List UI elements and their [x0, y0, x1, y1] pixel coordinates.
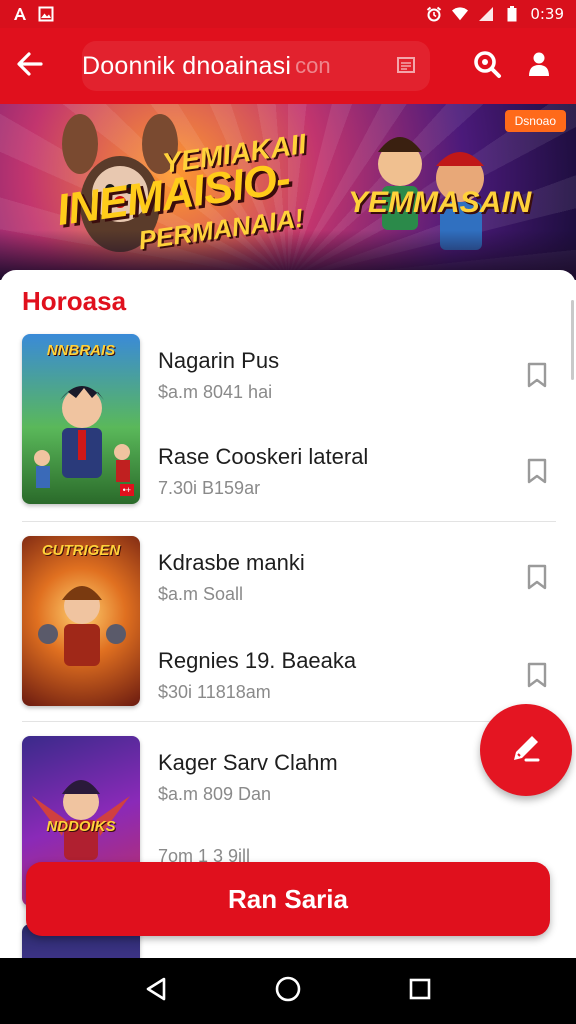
font-icon [12, 6, 28, 22]
wifi-icon [452, 6, 469, 22]
game-cover[interactable]: NNBRAIS •+ [22, 334, 140, 504]
promo-banner[interactable]: Dsnoao YEMIAKAII INEMAISIO- PERMANAIA! Y… [0, 104, 576, 280]
back-arrow-icon [17, 51, 43, 81]
scrollbar[interactable] [571, 300, 574, 380]
list-item[interactable]: Regnies 19. Baeaka $30i 11818am [158, 648, 556, 718]
cover-character [38, 586, 126, 666]
cover-title: NNBRAIS [46, 342, 116, 359]
primary-cta-button[interactable]: Ran Saria [26, 862, 550, 936]
bookmark-icon[interactable] [526, 662, 548, 688]
section-title: Horoasa [22, 286, 127, 316]
nav-back-button[interactable] [136, 971, 176, 1011]
image-icon [38, 6, 54, 22]
banner-tag: Dsnoao [504, 110, 566, 132]
document-icon[interactable] [396, 55, 416, 75]
search-input-value[interactable]: Doonnik dnoainasi [82, 52, 291, 81]
edit-icon [508, 730, 544, 771]
home-circle-icon [274, 975, 302, 1008]
item-subtitle: 7.30i B159ar [158, 478, 261, 498]
cover-badge: •+ [119, 484, 134, 496]
item-title: Rase Cooskeri lateral [158, 444, 369, 469]
search-field[interactable]: Doonnik dnoainasi con [82, 41, 430, 91]
list-item[interactable]: Nagarin Pus $a.m 8041 hai [158, 348, 556, 418]
item-subtitle: $30i 11818am [158, 682, 271, 702]
battery-icon [504, 6, 520, 22]
compose-fab[interactable] [480, 704, 572, 796]
divider [22, 521, 556, 522]
search-icon[interactable] [472, 49, 502, 84]
cover-title: CUTRIGEN [41, 542, 121, 559]
content-sheet: Horoasa NNBRAIS •+ Nagarin Pus $a.m 8041… [0, 270, 576, 958]
signal-icon [478, 6, 494, 22]
list-item[interactable]: Kdrasbe manki $a.m Soall [158, 550, 556, 620]
item-title: Nagarin Pus [158, 348, 280, 373]
item-title: Kager Sarv Clahm [158, 750, 338, 775]
alarm-icon [426, 6, 442, 22]
banner-headline-4: YEMMASAIN [348, 186, 532, 219]
search-placeholder: con [295, 53, 331, 78]
item-title: Regnies 19. Baeaka [158, 648, 357, 673]
back-triangle-icon [144, 976, 168, 1007]
divider [22, 721, 556, 722]
nav-recents-button[interactable] [400, 971, 440, 1011]
status-time: 0:39 [530, 5, 564, 23]
cover-title: NDDOIKS [46, 818, 116, 835]
recents-square-icon [408, 977, 432, 1006]
app-bar: Doonnik dnoainasi con [0, 28, 576, 104]
item-subtitle: $a.m Soall [158, 584, 244, 604]
appbar-actions [472, 49, 576, 84]
status-bar: 0:39 [0, 0, 576, 28]
status-right: 0:39 [426, 5, 564, 23]
system-nav-bar [0, 958, 576, 1024]
item-subtitle: $a.m 8041 hai [158, 382, 273, 402]
item-subtitle: $a.m 809 Dan [158, 784, 272, 804]
game-cover[interactable]: CUTRIGEN [22, 536, 140, 706]
bookmark-icon[interactable] [526, 564, 548, 590]
bookmark-icon[interactable] [526, 362, 548, 388]
screen: 0:39 Doonnik dnoainasi con Dsnoao YEMIAK… [0, 0, 576, 1024]
bookmark-icon[interactable] [526, 458, 548, 484]
nav-home-button[interactable] [268, 971, 308, 1011]
cover-character [34, 386, 130, 488]
status-left [12, 6, 54, 22]
item-title: Kdrasbe manki [158, 550, 305, 575]
profile-icon[interactable] [528, 51, 550, 82]
list-item[interactable]: Rase Cooskeri lateral 7.30i B159ar [158, 444, 556, 514]
back-button[interactable] [0, 28, 60, 104]
